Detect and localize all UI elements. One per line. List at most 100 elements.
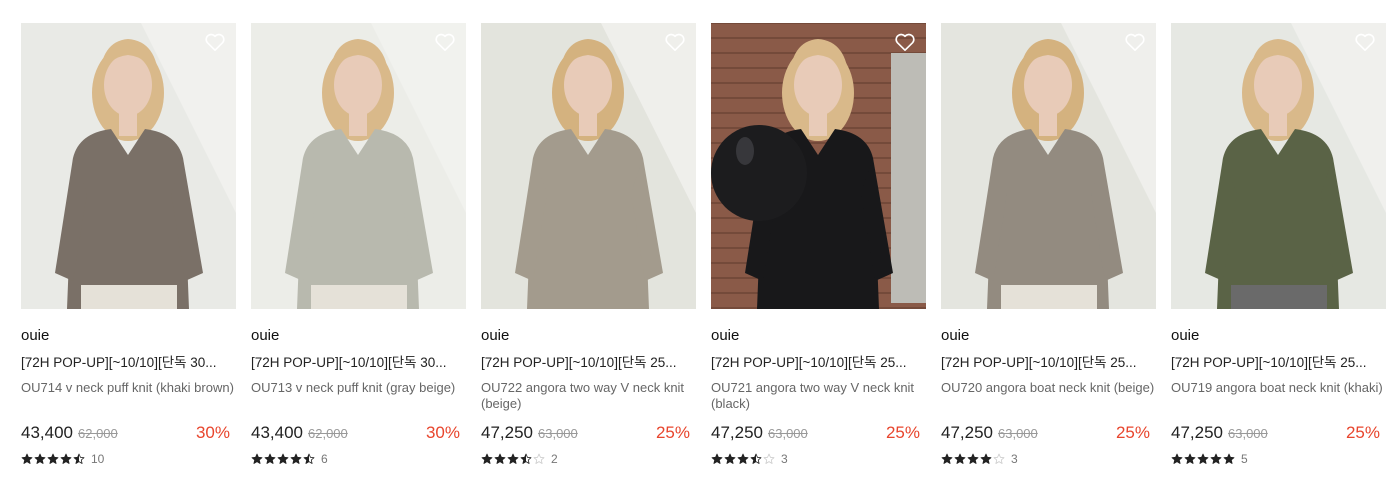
product-image[interactable] bbox=[1171, 23, 1386, 309]
product-description[interactable]: OU720 angora boat neck knit (beige) bbox=[941, 380, 1156, 412]
product-brand[interactable]: ouie bbox=[481, 327, 696, 345]
star-rating bbox=[21, 453, 85, 465]
original-price: 63,000 bbox=[1228, 426, 1268, 441]
review-count: 6 bbox=[321, 452, 328, 466]
heart-icon[interactable] bbox=[434, 32, 456, 52]
product-title[interactable]: [72H POP-UP][~10/10][단독 25... bbox=[711, 354, 926, 371]
product-photo bbox=[711, 23, 926, 309]
star-icon bbox=[1171, 453, 1183, 464]
star-icon bbox=[481, 453, 493, 464]
original-price: 63,000 bbox=[768, 426, 808, 441]
product-photo bbox=[1171, 23, 1386, 309]
star-icon bbox=[967, 453, 979, 464]
price-row: 43,400 62,000 30% bbox=[251, 422, 466, 444]
price-row: 47,250 63,000 25% bbox=[1171, 422, 1386, 444]
discount-rate: 30% bbox=[195, 423, 230, 442]
sale-price: 47,250 bbox=[711, 423, 763, 442]
product-description[interactable]: OU719 angora boat neck knit (khaki) bbox=[1171, 380, 1386, 412]
star-icon bbox=[494, 453, 506, 464]
sale-price: 47,250 bbox=[481, 423, 533, 442]
product-image[interactable] bbox=[481, 23, 696, 309]
discount-rate: 25% bbox=[1115, 423, 1150, 442]
star-icon bbox=[520, 453, 532, 464]
product-brand[interactable]: ouie bbox=[941, 327, 1156, 345]
review-count: 2 bbox=[551, 452, 558, 466]
star-icon bbox=[251, 453, 263, 464]
heart-icon[interactable] bbox=[1354, 32, 1376, 52]
heart-icon[interactable] bbox=[664, 32, 686, 52]
product-description[interactable]: OU714 v neck puff knit (khaki brown) bbox=[21, 380, 236, 412]
price-row: 47,250 63,000 25% bbox=[941, 422, 1156, 444]
review-count: 3 bbox=[1011, 452, 1018, 466]
heart-icon[interactable] bbox=[1124, 32, 1146, 52]
product-brand[interactable]: ouie bbox=[21, 327, 236, 345]
discount-rate: 25% bbox=[885, 423, 920, 442]
sale-price: 43,400 bbox=[21, 423, 73, 442]
heart-icon[interactable] bbox=[894, 32, 916, 52]
product-card[interactable]: ouie [72H POP-UP][~10/10][단독 25... OU719 a… bbox=[1171, 23, 1386, 466]
rating-row: 2 bbox=[481, 452, 696, 466]
product-title[interactable]: [72H POP-UP][~10/10][단독 30... bbox=[21, 354, 236, 371]
price-row: 47,250 63,000 25% bbox=[711, 422, 926, 444]
review-count: 3 bbox=[781, 452, 788, 466]
sale-price: 43,400 bbox=[251, 423, 303, 442]
star-icon bbox=[60, 453, 72, 464]
star-icon bbox=[941, 453, 953, 464]
price-row: 47,250 63,000 25% bbox=[481, 422, 696, 444]
star-icon bbox=[980, 453, 992, 464]
product-card[interactable]: ouie [72H POP-UP][~10/10][단독 25... OU722 a… bbox=[481, 23, 696, 466]
discount-rate: 30% bbox=[425, 423, 460, 442]
product-image[interactable] bbox=[21, 23, 236, 309]
product-brand[interactable]: ouie bbox=[711, 327, 926, 345]
product-photo bbox=[481, 23, 696, 309]
rating-row: 6 bbox=[251, 452, 466, 466]
star-rating bbox=[711, 453, 775, 465]
product-title[interactable]: [72H POP-UP][~10/10][단독 25... bbox=[1171, 354, 1386, 371]
rating-row: 5 bbox=[1171, 452, 1386, 466]
discount-rate: 25% bbox=[1345, 423, 1380, 442]
original-price: 62,000 bbox=[78, 426, 118, 441]
original-price: 63,000 bbox=[998, 426, 1038, 441]
review-count: 10 bbox=[91, 452, 105, 466]
product-title[interactable]: [72H POP-UP][~10/10][단독 25... bbox=[481, 354, 696, 371]
star-icon bbox=[21, 453, 33, 464]
star-rating bbox=[481, 453, 545, 465]
review-count: 5 bbox=[1241, 452, 1248, 466]
product-description[interactable]: OU722 angora two way V neck knit (beige) bbox=[481, 380, 696, 412]
product-card[interactable]: ouie [72H POP-UP][~10/10][단독 30... OU714 v… bbox=[21, 23, 236, 466]
product-card[interactable]: ouie [72H POP-UP][~10/10][단독 25... OU721 a… bbox=[711, 23, 926, 466]
heart-icon[interactable] bbox=[204, 32, 226, 52]
star-icon bbox=[264, 453, 276, 464]
star-icon bbox=[47, 453, 59, 464]
product-image[interactable] bbox=[251, 23, 466, 309]
star-icon bbox=[303, 453, 315, 464]
star-icon bbox=[290, 453, 302, 464]
sale-price: 47,250 bbox=[1171, 423, 1223, 442]
star-icon bbox=[954, 453, 966, 464]
rating-row: 10 bbox=[21, 452, 236, 466]
star-icon bbox=[750, 453, 762, 464]
product-title[interactable]: [72H POP-UP][~10/10][단독 30... bbox=[251, 354, 466, 371]
star-icon bbox=[507, 453, 519, 464]
product-description[interactable]: OU721 angora two way V neck knit (black) bbox=[711, 380, 926, 412]
price-row: 43,400 62,000 30% bbox=[21, 422, 236, 444]
product-title[interactable]: [72H POP-UP][~10/10][단독 25... bbox=[941, 354, 1156, 371]
product-card[interactable]: ouie [72H POP-UP][~10/10][단독 25... OU720 a… bbox=[941, 23, 1156, 466]
product-image[interactable] bbox=[941, 23, 1156, 309]
rating-row: 3 bbox=[941, 452, 1156, 466]
star-icon bbox=[533, 453, 545, 464]
product-description[interactable]: OU713 v neck puff knit (gray beige) bbox=[251, 380, 466, 412]
product-photo bbox=[941, 23, 1156, 309]
product-grid: ouie [72H POP-UP][~10/10][단독 30... OU714 v… bbox=[0, 0, 1399, 501]
star-icon bbox=[993, 453, 1005, 464]
product-card[interactable]: ouie [72H POP-UP][~10/10][단독 30... OU713 v… bbox=[251, 23, 466, 466]
product-brand[interactable]: ouie bbox=[251, 327, 466, 345]
star-icon bbox=[763, 453, 775, 464]
star-icon bbox=[34, 453, 46, 464]
star-icon bbox=[1197, 453, 1209, 464]
star-icon bbox=[1184, 453, 1196, 464]
product-image[interactable] bbox=[711, 23, 926, 309]
product-photo bbox=[251, 23, 466, 309]
star-icon bbox=[1210, 453, 1222, 464]
product-brand[interactable]: ouie bbox=[1171, 327, 1386, 345]
